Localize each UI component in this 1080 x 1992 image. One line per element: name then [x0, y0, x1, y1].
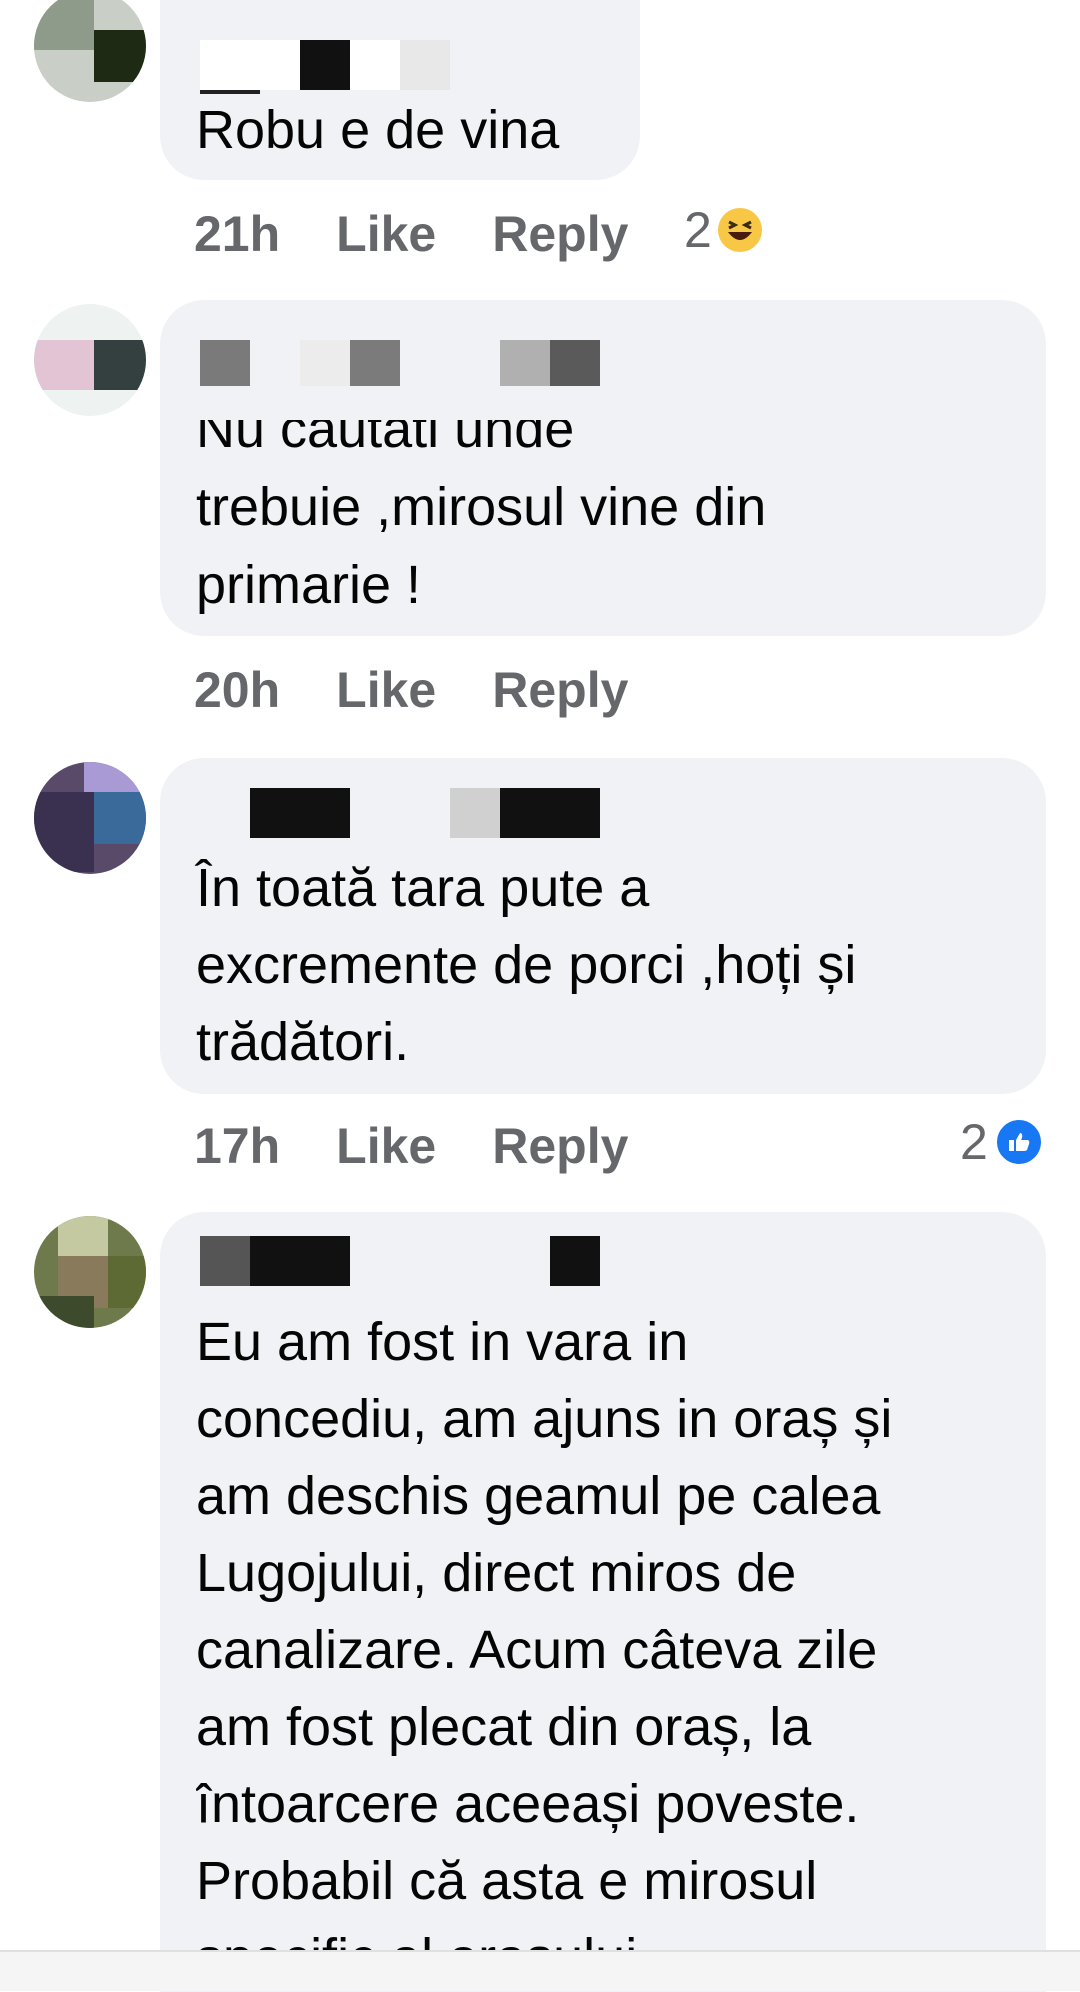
- commenter-name-redacted[interactable]: [200, 40, 450, 94]
- reply-button[interactable]: Reply: [492, 205, 628, 263]
- comment-text: În toată tara pute a excremente de porci…: [196, 858, 857, 1072]
- comment-bubble: În toată tara pute a excremente de porci…: [160, 758, 1046, 1094]
- comment-text: Eu am fost in vara in concediu, am ajuns…: [196, 1312, 893, 1950]
- commenter-name-redacted[interactable]: [200, 1236, 600, 1286]
- commenter-avatar[interactable]: [34, 1216, 146, 1328]
- comment-actions: 20h Like Reply: [194, 660, 628, 720]
- reaction-summary[interactable]: 2: [684, 200, 762, 260]
- comment-bubble: Eu am fost in vara in concediu, am ajuns…: [160, 1212, 1046, 1992]
- comment-actions: 21h Like Reply: [194, 204, 628, 264]
- like-button[interactable]: Like: [336, 1117, 436, 1175]
- commenter-avatar[interactable]: [34, 0, 146, 102]
- reply-button[interactable]: Reply: [492, 1117, 628, 1175]
- comment-text: Robu e de vina: [196, 100, 560, 160]
- like-thumb-icon: [993, 1117, 1044, 1167]
- reaction-summary[interactable]: 2: [960, 1112, 1044, 1172]
- commenter-name-redacted[interactable]: [200, 788, 600, 838]
- comment-timestamp[interactable]: 21h: [194, 205, 280, 263]
- comment-timestamp[interactable]: 17h: [194, 1117, 280, 1175]
- comment-bubble: Nu cautati unde trebuie ,mirosul vine di…: [160, 300, 1046, 636]
- text-overlap-mask: [196, 386, 696, 420]
- commenter-avatar[interactable]: [34, 762, 146, 874]
- comment-text: Nu cautati unde trebuie ,mirosul vine di…: [196, 399, 767, 615]
- reaction-count: 2: [960, 1114, 988, 1170]
- commenter-name-redacted[interactable]: [200, 340, 600, 390]
- commenter-avatar[interactable]: [34, 304, 146, 416]
- like-button[interactable]: Like: [336, 205, 436, 263]
- reaction-count: 2: [684, 202, 712, 258]
- haha-emoji-icon: [717, 208, 762, 252]
- reply-button[interactable]: Reply: [492, 661, 628, 719]
- bottom-edge-bar: [0, 1950, 1080, 1991]
- like-button[interactable]: Like: [336, 661, 436, 719]
- comment-timestamp[interactable]: 20h: [194, 661, 280, 719]
- comment-actions: 17h Like Reply: [194, 1116, 628, 1176]
- comment-bubble: Robu e de vina: [160, 0, 640, 180]
